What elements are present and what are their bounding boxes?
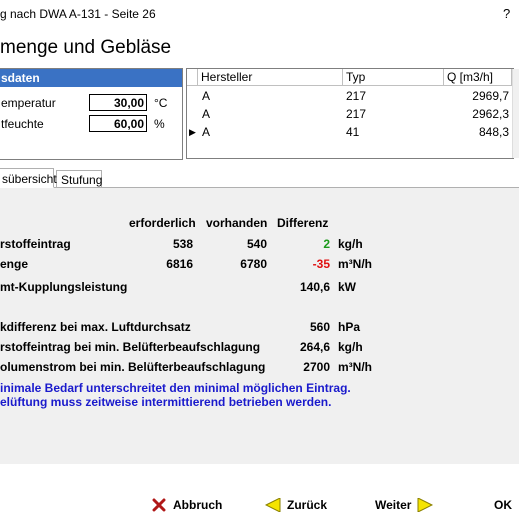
air-volume-unit: m³N/h (338, 257, 372, 271)
title-bar: g nach DWA A-131 - Seite 26 ? (0, 0, 519, 30)
row-header-corner (187, 69, 198, 86)
oxygen-input-label: rstoffeintrag (0, 237, 71, 251)
column-header-required: erforderlich (129, 216, 196, 230)
warning-message-line-1: inimale Bedarf unterschreitet den minima… (0, 381, 351, 395)
cell-q: 2962,3 (472, 107, 509, 121)
help-button[interactable]: ? (503, 6, 510, 21)
pressure-diff-value: 560 (309, 320, 330, 334)
pressure-diff-unit: hPa (338, 320, 361, 334)
back-label: Zurück (287, 498, 328, 512)
oxygen-available: 540 (246, 237, 267, 251)
humidity-unit: % (154, 117, 165, 131)
column-header-hersteller[interactable]: Hersteller (198, 69, 343, 86)
coupling-power-label: mt-Kupplungsleistung (0, 280, 128, 294)
humidity-input[interactable]: 60,00 (89, 115, 147, 132)
next-button[interactable]: Weiter (375, 498, 434, 512)
tab-uebersicht[interactable]: sübersicht (0, 168, 57, 188)
cell-q: 848,3 (478, 125, 509, 139)
column-header-difference: Differenz (277, 216, 329, 230)
table-row[interactable]: A 217 2969,7 (187, 87, 512, 105)
current-row-indicator-icon: ▶ (189, 127, 196, 137)
oxygen-difference: 2 (323, 237, 330, 251)
summary-panel: erforderlich vorhanden Differenz rstoffe… (0, 188, 519, 464)
humidity-label: tfeuchte (1, 117, 44, 131)
coupling-power-value: 140,6 (299, 280, 330, 294)
table-row[interactable]: A 217 2962,3 (187, 105, 512, 123)
window-title: g nach DWA A-131 - Seite 26 (0, 7, 156, 21)
air-volume-difference: -35 (312, 257, 330, 271)
table-row[interactable]: ▶ A 41 848,3 (187, 123, 512, 141)
table-scrollbar[interactable] (512, 69, 519, 158)
cancel-label: Abbruch (173, 498, 223, 512)
cell-typ: 217 (346, 89, 367, 103)
cell-hersteller: A (202, 107, 211, 121)
blower-table: Hersteller Typ Q [m3/h] A 217 2969,7 A 2… (186, 68, 519, 159)
input-panel-header: sdaten (0, 69, 182, 87)
pressure-diff-label: kdifferenz bei max. Luftdurchsatz (0, 320, 191, 334)
cell-typ: 41 (346, 125, 360, 139)
column-header-typ[interactable]: Typ (343, 69, 444, 86)
air-volume-required: 6816 (166, 257, 193, 271)
temperature-label: emperatur (1, 96, 56, 110)
column-header-available: vorhanden (206, 216, 268, 230)
column-header-q[interactable]: Q [m3/h] (444, 69, 512, 86)
volume-min-unit: m³N/h (338, 360, 372, 374)
cancel-x-icon (152, 498, 166, 512)
air-volume-label: enge (0, 257, 29, 271)
next-label: Weiter (375, 498, 412, 512)
arrow-left-icon (265, 498, 281, 512)
oxygen-required: 538 (172, 237, 193, 251)
oxygen-min-unit: kg/h (338, 340, 363, 354)
cell-q: 2969,7 (472, 89, 509, 103)
page-title: menge und Gebläse (0, 37, 172, 58)
volume-min-value: 2700 (303, 360, 330, 374)
cell-hersteller: A (202, 89, 211, 103)
tab-stufung[interactable]: Stufung (56, 170, 102, 188)
temperature-unit: °C (154, 96, 168, 110)
coupling-power-unit: kW (338, 280, 356, 294)
oxygen-unit: kg/h (338, 237, 363, 251)
warning-message-line-2: elüftung muss zeitweise intermittierend … (0, 395, 332, 409)
ok-label: OK (494, 498, 512, 512)
ok-button[interactable]: OK (494, 498, 512, 512)
oxygen-min-label: rstoffeintrag bei min. Belüfterbeaufschl… (0, 340, 261, 354)
arrow-right-icon (417, 498, 434, 512)
cell-typ: 217 (346, 107, 367, 121)
temperature-input[interactable]: 30,00 (89, 94, 147, 111)
input-data-panel: sdaten emperatur 30,00 °C tfeuchte 60,00… (0, 68, 183, 160)
cancel-button[interactable]: Abbruch (152, 498, 222, 512)
back-button[interactable]: Zurück (265, 498, 327, 512)
oxygen-min-value: 264,6 (299, 340, 330, 354)
volume-min-label: olumenstrom bei min. Belüfterbeaufschlag… (0, 360, 266, 374)
cell-hersteller: A (202, 125, 211, 139)
air-volume-available: 6780 (240, 257, 267, 271)
